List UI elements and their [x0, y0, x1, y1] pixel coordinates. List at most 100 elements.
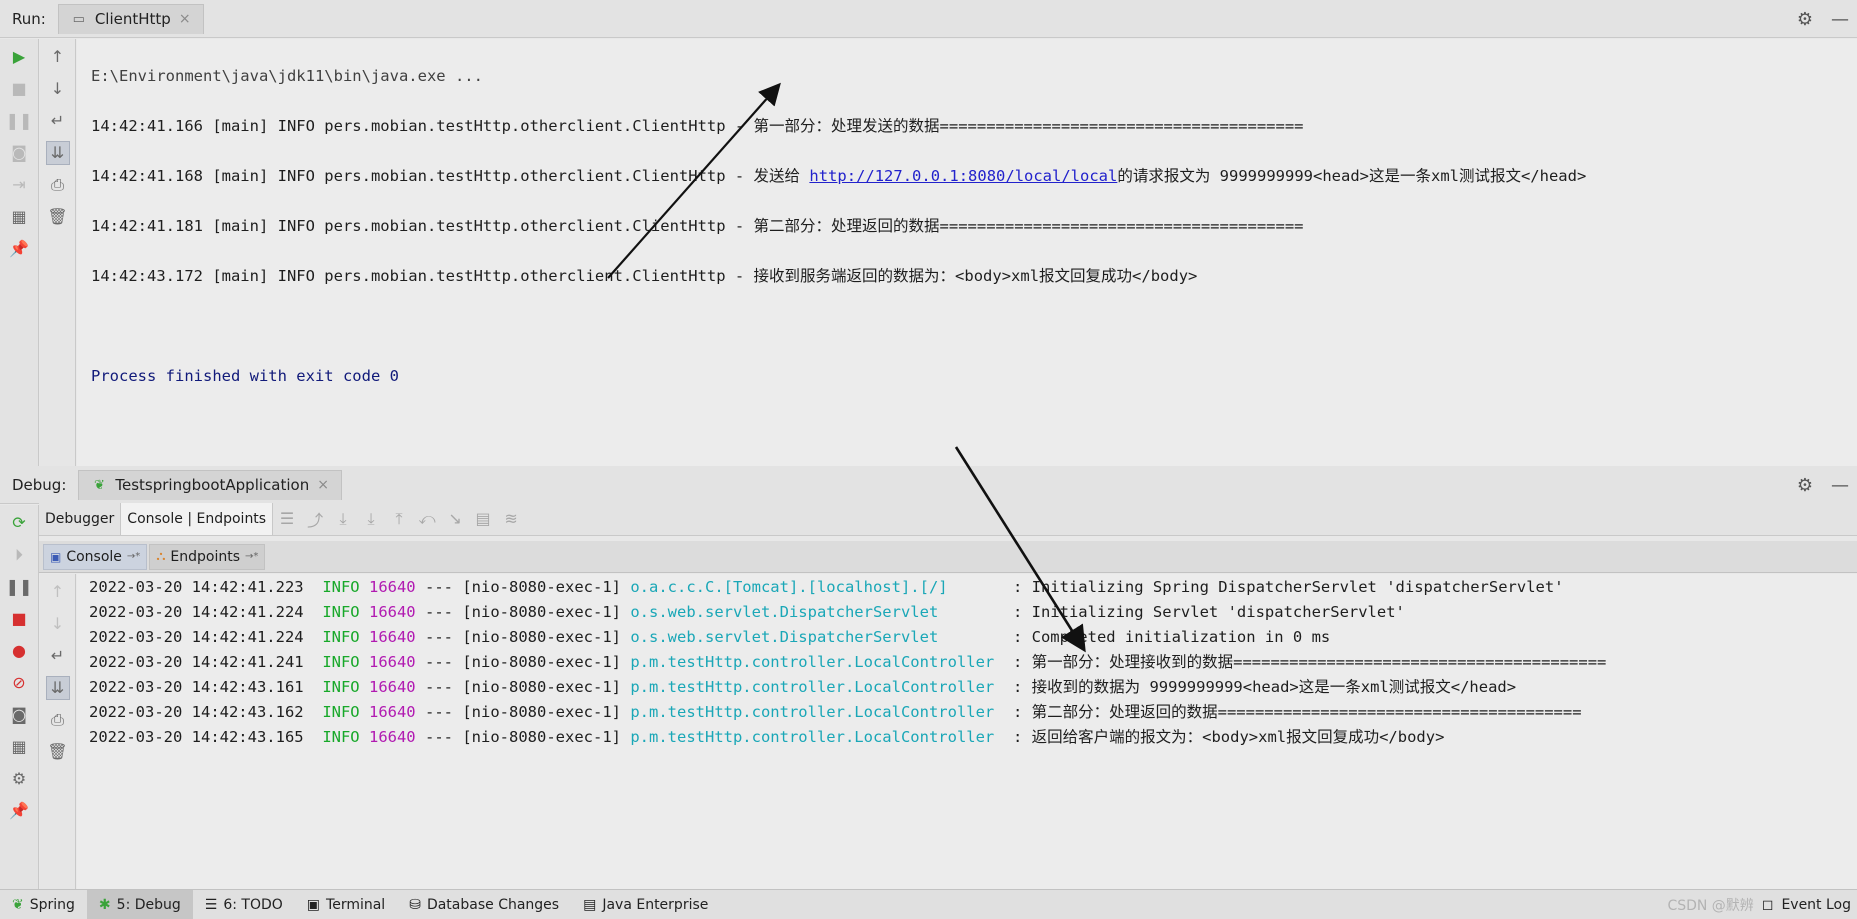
stop-icon[interactable]: ■ [7, 607, 31, 631]
scroll-to-end-icon[interactable]: ⇊ [45, 676, 70, 700]
debug-toolbar: ⟳ ⏵ ❚❚ ■ ● ⊘ ◙ ▦ ⚙ 📌 [0, 505, 39, 889]
log-pid: 16640 [368, 653, 416, 671]
close-icon[interactable]: × [179, 11, 191, 27]
log-line: 14:42:41.166 [main] INFO pers.mobian.tes… [91, 117, 1304, 135]
run-to-cursor-icon[interactable]: ↘ [441, 509, 469, 528]
up-arrow-icon[interactable]: ↑ [46, 580, 70, 604]
log-separator: --- [425, 603, 453, 621]
log-logger: o.a.c.c.C.[Tomcat].[localhost].[/] [630, 578, 1004, 596]
resume-icon[interactable]: ⏵ [7, 543, 31, 567]
log-suffix: 的请求报文为 9999999999<head>这是一条xml测试报文</head… [1117, 167, 1587, 185]
pause-icon[interactable]: ❚❚ [6, 575, 33, 599]
log-message: : Initializing Servlet 'dispatcherServle… [1012, 603, 1405, 621]
run-toolbar: ▶ ■ ❚❚ ◙ ⇥ ▦ 📌 [0, 39, 39, 466]
database-icon: ⛁ [409, 896, 421, 913]
debug-console-toolbar: ↑ ↓ ↵ ⇊ ⎙ 🗑 [40, 574, 76, 889]
stop-icon[interactable]: ■ [7, 77, 31, 101]
endpoints-icon: ⛬ [156, 549, 166, 564]
scroll-to-end-icon[interactable]: ⇊ [45, 141, 70, 165]
drop-frame-icon[interactable]: ⤺ [413, 509, 441, 529]
tab-console-endpoints[interactable]: Console | Endpoints [121, 502, 274, 535]
log-thread: [nio-8080-exec-1] [462, 578, 621, 596]
toolwindow-debug[interactable]: ✱ 5: Debug [86, 889, 193, 919]
run-tab-clienthttp[interactable]: ▭ ClientHttp × [57, 3, 204, 34]
rerun-icon[interactable]: ⟳ [7, 511, 31, 535]
minimize-icon[interactable]: — [1831, 9, 1849, 30]
toolwindow-terminal[interactable]: ▣ Terminal [295, 890, 397, 919]
layout-icon[interactable]: ▦ [7, 735, 31, 759]
toolwindow-java-enterprise[interactable]: ▤ Java Enterprise [571, 890, 720, 919]
log-logger: o.s.web.servlet.DispatcherServlet [630, 628, 1004, 646]
log-logger: p.m.testHttp.controller.LocalController [630, 678, 1004, 696]
run-tab-title: ClientHttp [94, 10, 171, 28]
run-console-toolbar: ↑ ↓ ↵ ⇊ ⎙ 🗑 [40, 39, 76, 466]
print-icon[interactable]: ⎙ [46, 708, 70, 732]
mute-breakpoints-icon[interactable]: ⊘ [7, 671, 31, 695]
log-message: : 返回给客户端的报文为：<body>xml报文回复成功</body> [1012, 728, 1445, 746]
pin-icon[interactable]: 📌 [7, 237, 31, 261]
view-breakpoints-icon[interactable]: ● [7, 639, 31, 663]
log-level: INFO [322, 728, 360, 746]
run-panel-header: Run: ▭ ClientHttp × ⚙ — [0, 0, 1857, 38]
log-level: INFO [322, 703, 360, 721]
pin-icon[interactable]: →* [127, 551, 140, 562]
run-console-output[interactable]: E:\Environment\java\jdk11\bin\java.exe .… [77, 39, 1857, 466]
spring-leaf-icon: ❦ [93, 477, 105, 493]
print-icon[interactable]: ⎙ [46, 173, 70, 197]
menu-icon[interactable]: ☰ [273, 509, 301, 528]
soft-wrap-icon[interactable]: ↵ [46, 644, 70, 668]
toolwindow-label: Spring [29, 896, 75, 913]
trash-icon[interactable]: 🗑 [46, 205, 70, 229]
process-exit-message: Process finished with exit code 0 [91, 367, 399, 385]
toolwindow-label: Terminal [326, 896, 386, 913]
log-separator: --- [425, 703, 453, 721]
soft-wrap-icon[interactable]: ↵ [46, 109, 70, 133]
subtab-endpoints[interactable]: ⛬ Endpoints →* [149, 543, 266, 570]
log-line: 2022-03-20 14:42:41.241 INFO 16640 --- [… [89, 650, 1857, 675]
log-timestamp: 2022-03-20 14:42:43.161 [89, 678, 304, 696]
camera-icon[interactable]: ◙ [7, 141, 31, 165]
log-timestamp: 2022-03-20 14:42:41.224 [89, 603, 304, 621]
camera-icon[interactable]: ◙ [7, 703, 31, 727]
toolwindow-label: Java Enterprise [602, 896, 709, 913]
toolwindow-label: Database Changes [426, 896, 560, 913]
layout-icon[interactable]: ▦ [7, 205, 31, 229]
step-out-icon[interactable]: ⤒ [385, 509, 413, 529]
rerun-icon[interactable]: ▶ [7, 45, 31, 69]
minimize-icon[interactable]: — [1831, 475, 1849, 496]
toolwindow-label: 6: TODO [223, 896, 283, 913]
event-log-button[interactable]: Event Log [1781, 897, 1851, 913]
pin-icon[interactable]: →* [245, 551, 258, 562]
pause-icon[interactable]: ❚❚ [6, 109, 33, 133]
log-line: 14:42:41.168 [main] INFO pers.mobian.tes… [91, 164, 1857, 189]
settings-icon[interactable]: ⚙ [7, 767, 31, 791]
toolwindow-database-changes[interactable]: ⛁ Database Changes [397, 890, 571, 919]
close-icon[interactable]: × [317, 477, 329, 493]
step-over-icon[interactable]: ⤓ [329, 509, 357, 529]
evaluate-icon[interactable]: ▤ [469, 509, 497, 528]
trash-icon[interactable]: 🗑 [46, 740, 70, 764]
subtab-console[interactable]: ▣ Console →* [43, 543, 148, 570]
debug-console-output[interactable]: 2022-03-20 14:42:41.223 INFO 16640 --- [… [77, 574, 1857, 889]
terminal-icon: ▣ [306, 896, 321, 913]
spring-leaf-icon: ❦ [12, 896, 24, 913]
log-line: 14:42:43.172 [main] INFO pers.mobian.tes… [91, 267, 1198, 285]
up-arrow-icon[interactable]: ↑ [46, 45, 70, 69]
debug-tab-testspringbootapplication[interactable]: ❦ TestspringbootApplication × [78, 469, 342, 500]
gear-icon[interactable]: ⚙ [1797, 475, 1813, 496]
show-execution-point-icon[interactable]: ⤴ [301, 507, 329, 531]
step-into-icon[interactable]: ⤓ [357, 509, 385, 529]
toolwindow-todo[interactable]: ☰ 6: TODO [193, 890, 295, 919]
login-icon[interactable]: ⇥ [7, 173, 31, 197]
tab-debugger[interactable]: Debugger [39, 502, 122, 535]
gear-icon[interactable]: ⚙ [1797, 9, 1813, 30]
toolwindow-spring[interactable]: ❦ Spring [0, 890, 87, 919]
pin-icon[interactable]: 📌 [7, 799, 31, 823]
url-link[interactable]: http://127.0.0.1:8080/local/local [809, 167, 1117, 185]
down-arrow-icon[interactable]: ↓ [46, 77, 70, 101]
log-thread: [nio-8080-exec-1] [462, 703, 621, 721]
trace-icon[interactable]: ≋ [497, 509, 525, 528]
subtab-endpoints-label: Endpoints [170, 548, 241, 565]
down-arrow-icon[interactable]: ↓ [46, 612, 70, 636]
log-line: 14:42:41.181 [main] INFO pers.mobian.tes… [91, 217, 1304, 235]
